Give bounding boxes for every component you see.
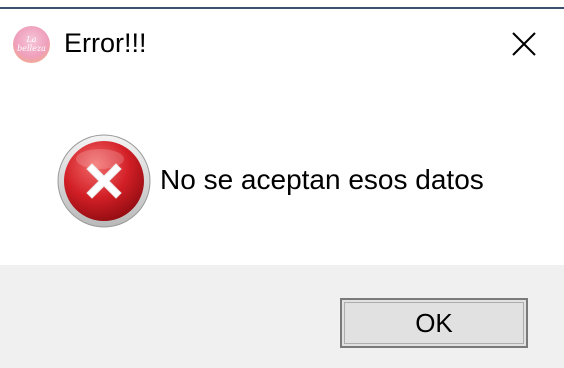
- error-message: No se aceptan esos datos: [160, 164, 484, 195]
- title-bar[interactable]: La belleza Error!!!: [0, 9, 564, 73]
- app-logo-icon: La belleza: [13, 26, 50, 63]
- error-dialog: La belleza Error!!! No se aceptan esos d…: [0, 0, 564, 368]
- close-button[interactable]: [496, 23, 552, 65]
- close-icon: [512, 32, 536, 56]
- app-logo-text: La belleza: [17, 35, 46, 53]
- dialog-content: No se aceptan esos datos: [0, 73, 564, 265]
- dialog-title: Error!!!: [64, 28, 147, 58]
- error-icon: [57, 134, 151, 228]
- ok-button[interactable]: OK: [340, 298, 528, 348]
- window-top-border: [0, 0, 564, 9]
- dialog-footer: OK: [0, 265, 564, 368]
